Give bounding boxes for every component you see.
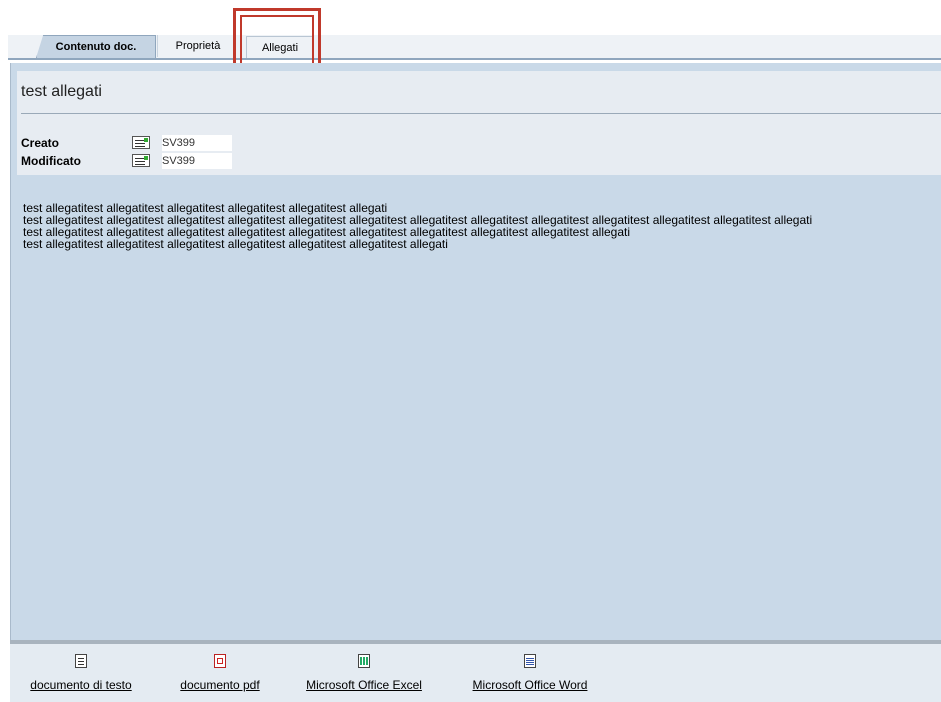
attachments-bar: documento di testo documento pdf Microso… [10,644,941,702]
tab-content[interactable]: Contenuto doc. [36,35,156,58]
tab-underline [8,58,941,60]
word-icon[interactable] [524,654,536,668]
document-header: test allegati Creato SV399 Modificato SV… [17,71,941,175]
attachment-pdf[interactable]: documento pdf [170,654,270,692]
document-body: test allegatitest allegatitest allegatit… [23,202,938,250]
attachment-link[interactable]: documento pdf [170,678,270,692]
pdf-icon[interactable] [214,654,226,668]
attachment-link[interactable]: Microsoft Office Excel [289,678,439,692]
excel-icon[interactable] [358,654,370,668]
tab-properties[interactable]: Proprietà [157,35,238,57]
attachment-link[interactable]: Microsoft Office Word [454,678,606,692]
created-value: SV399 [162,135,232,151]
header-divider [21,113,941,114]
tab-strip: Contenuto doc. Proprietà Allegati [8,35,941,59]
modified-value: SV399 [162,153,232,169]
modified-label: Modificato [21,154,81,168]
text-document-icon[interactable] [75,654,87,668]
attachment-excel[interactable]: Microsoft Office Excel [289,654,439,692]
body-line: test allegatitest allegatitest allegatit… [23,237,448,251]
user-card-icon[interactable] [132,154,150,167]
document-title: test allegati [21,83,102,100]
attachment-word[interactable]: Microsoft Office Word [454,654,606,692]
attachment-link[interactable]: documento di testo [10,678,152,692]
attachment-text-document[interactable]: documento di testo [10,654,152,692]
document-panel: test allegati Creato SV399 Modificato SV… [10,63,941,640]
created-label: Creato [21,136,60,150]
user-card-icon[interactable] [132,136,150,149]
